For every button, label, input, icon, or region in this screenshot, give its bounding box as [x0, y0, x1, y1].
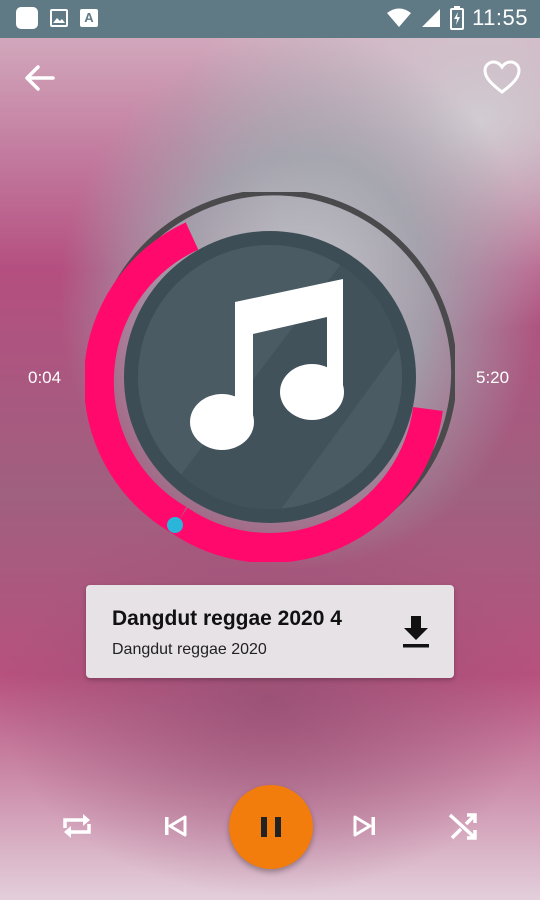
repeat-icon: [63, 814, 91, 838]
track-album: Dangdut reggae 2020: [112, 641, 267, 658]
previous-button[interactable]: [155, 806, 195, 846]
skip-next-icon: [353, 815, 375, 837]
download-button[interactable]: [400, 613, 432, 649]
status-time: 11:55: [472, 5, 528, 30]
battery-charging-icon: [450, 6, 465, 30]
skip-previous-icon: [165, 815, 187, 837]
seek-thumb[interactable]: [167, 517, 183, 533]
seek-disc[interactable]: [83, 189, 458, 563]
shuffle-icon: [448, 813, 477, 840]
track-info-card: Dangdut reggae 2020 4 Dangdut reggae 202…: [86, 585, 454, 678]
notification-square-icon: [16, 7, 38, 29]
shuffle-button[interactable]: [443, 806, 483, 846]
duration-time: 5:20: [476, 368, 510, 387]
next-button[interactable]: [345, 806, 385, 846]
download-icon: [403, 616, 429, 648]
favorite-button[interactable]: [482, 58, 522, 98]
play-pause-button[interactable]: [229, 785, 313, 869]
back-button[interactable]: [20, 58, 60, 98]
heart-outline-icon: [483, 60, 521, 94]
status-bar: A 11:55: [0, 0, 540, 38]
status-bar-left: A: [16, 7, 98, 29]
image-icon: [50, 9, 68, 27]
repeat-button[interactable]: [57, 806, 97, 846]
pause-icon: [261, 817, 281, 837]
status-bar-right: 11:55: [386, 5, 528, 31]
arrow-left-icon: [25, 65, 55, 91]
text-a-icon: A: [80, 9, 98, 27]
track-title: Dangdut reggae 2020 4: [112, 607, 342, 630]
signal-icon: [422, 9, 441, 27]
elapsed-time: 0:04: [28, 368, 62, 387]
wifi-icon: [387, 8, 412, 27]
